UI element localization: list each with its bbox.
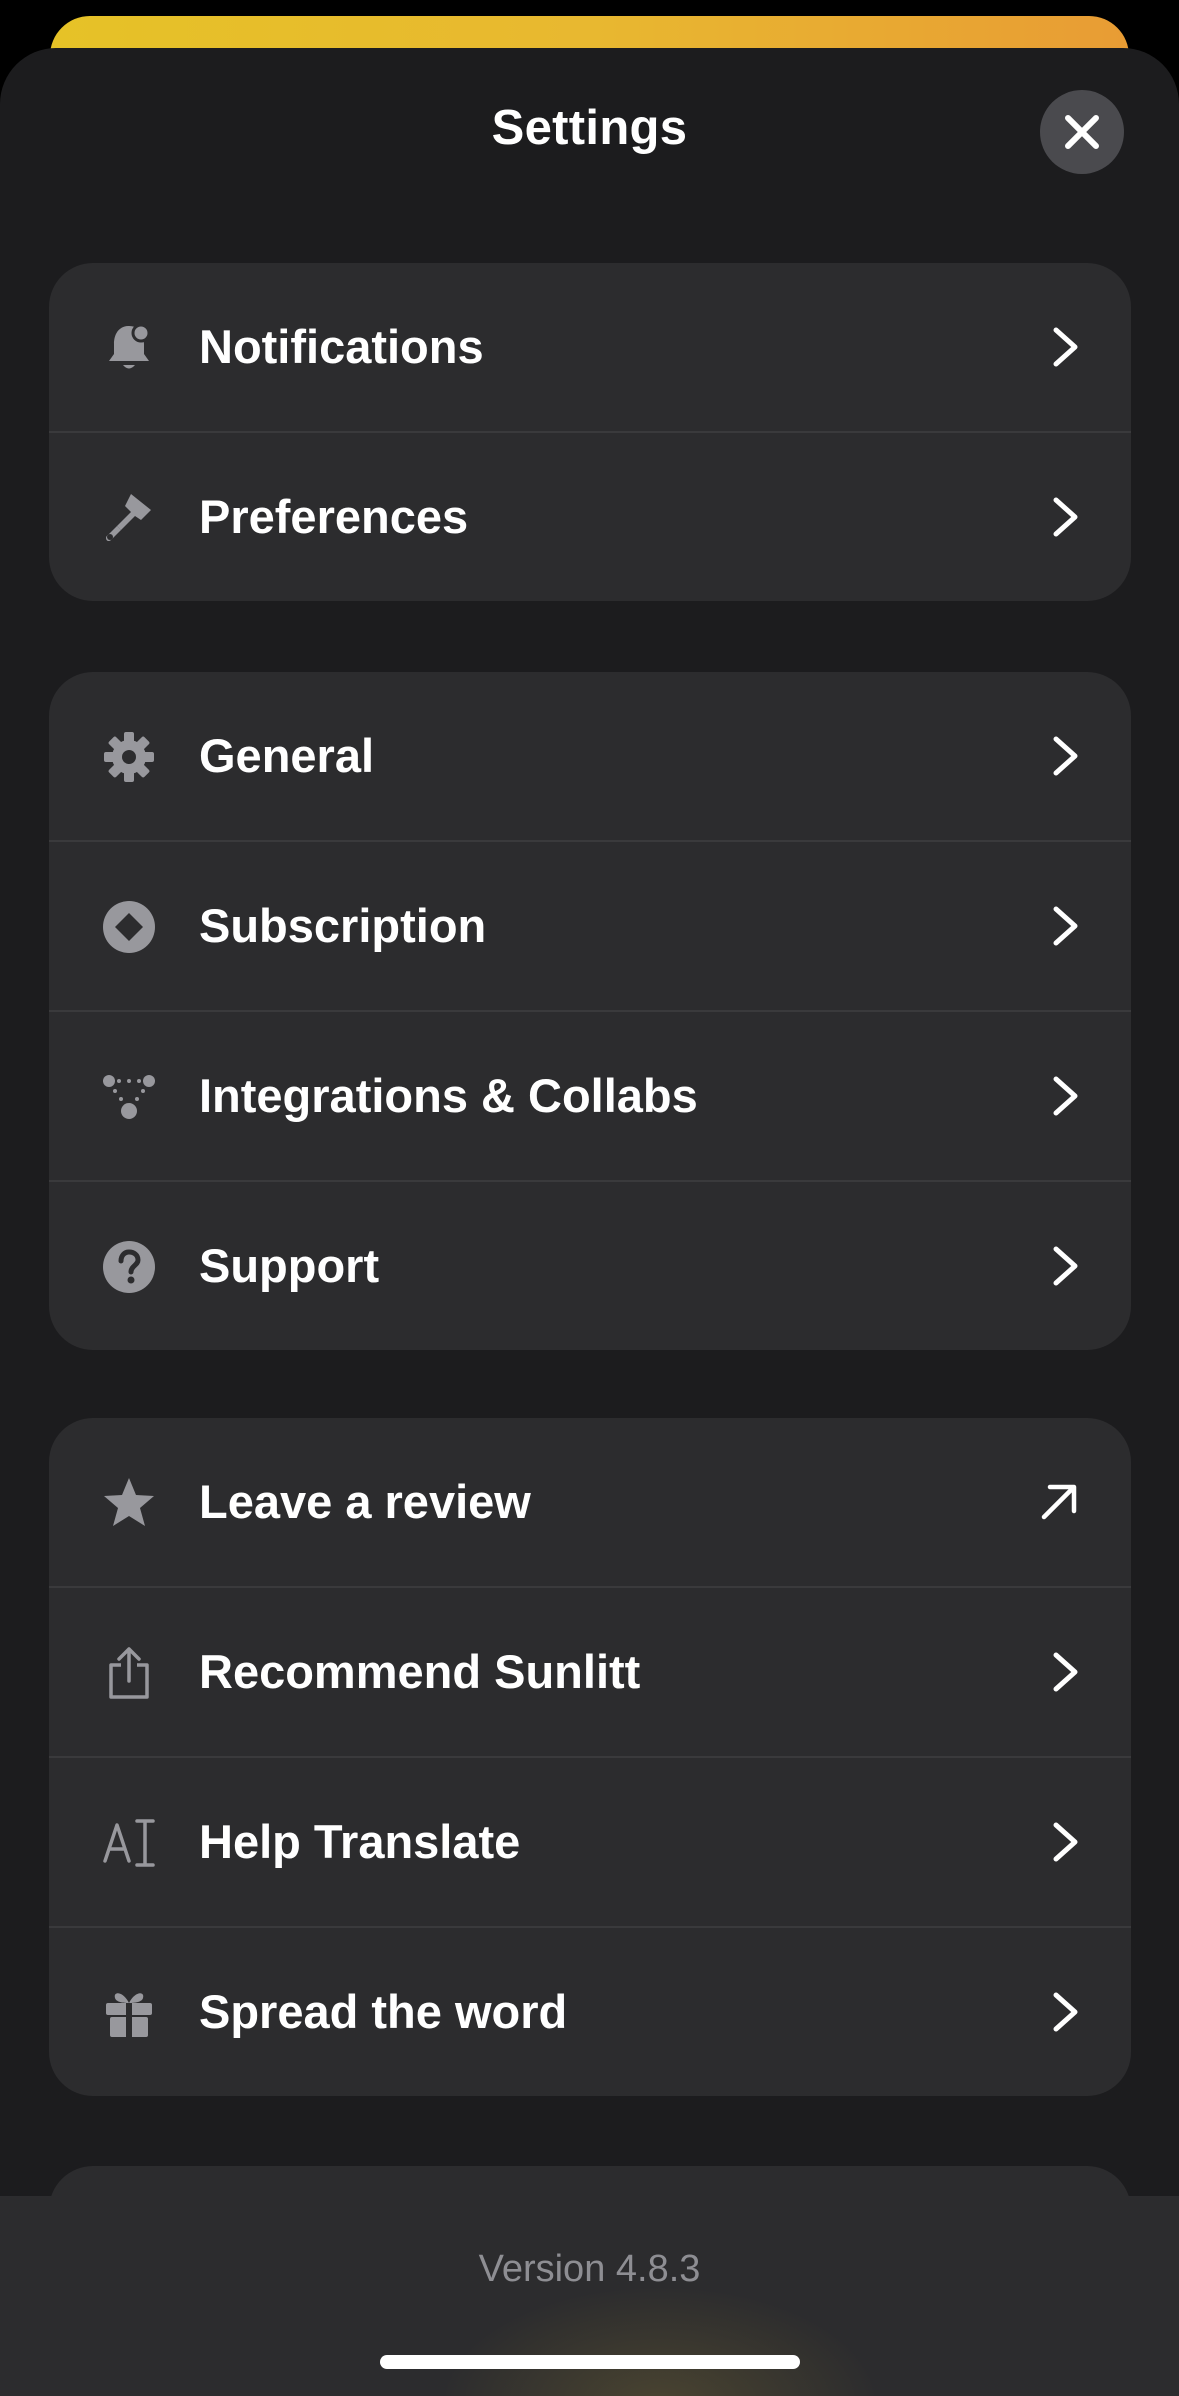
star-icon (101, 1475, 157, 1531)
row-integrations[interactable]: Integrations & Collabs (49, 1010, 1131, 1180)
chevron-right-icon (1043, 1244, 1087, 1288)
row-support[interactable]: Support (49, 1180, 1131, 1350)
chevron-right-icon (1043, 1990, 1087, 2034)
home-indicator[interactable] (380, 2355, 800, 2369)
gift-icon (101, 1985, 157, 2041)
row-notifications[interactable]: Notifications (49, 263, 1131, 431)
brush-icon (101, 490, 157, 546)
row-spread-word[interactable]: Spread the word (49, 1926, 1131, 2096)
row-label: Spread the word (199, 1985, 568, 2038)
page-title: Settings (491, 101, 688, 155)
row-label: Notifications (199, 320, 484, 373)
settings-group-community: Leave a review Recommend Sunlitt Help Tr… (49, 1418, 1131, 2096)
chevron-right-icon (1043, 1820, 1087, 1864)
close-button[interactable] (1040, 90, 1124, 174)
diamond-circle-icon (101, 899, 157, 955)
chevron-right-icon (1043, 734, 1087, 778)
chevron-right-icon (1043, 325, 1087, 369)
close-icon (1065, 115, 1099, 149)
bell-icon (101, 320, 157, 376)
row-label: Integrations & Collabs (199, 1069, 698, 1122)
version-label: Version 4.8.3 (478, 2248, 701, 2290)
row-label: Support (199, 1239, 380, 1292)
row-leave-review[interactable]: Leave a review (49, 1418, 1131, 1586)
row-label: Leave a review (199, 1475, 531, 1528)
row-preferences[interactable]: Preferences (49, 431, 1131, 601)
translate-icon (101, 1815, 157, 1871)
nodes-icon (101, 1069, 157, 1125)
row-recommend[interactable]: Recommend Sunlitt (49, 1586, 1131, 1756)
chevron-right-icon (1043, 1074, 1087, 1118)
chevron-right-icon (1043, 1650, 1087, 1694)
row-general[interactable]: General (49, 672, 1131, 840)
row-label: Help Translate (199, 1815, 521, 1868)
question-circle-icon (101, 1239, 157, 1295)
row-label: Recommend Sunlitt (199, 1645, 641, 1698)
row-label: General (199, 729, 375, 782)
chevron-right-icon (1043, 904, 1087, 948)
row-label: Preferences (199, 490, 469, 543)
settings-group-personal: Notifications Preferences (49, 263, 1131, 601)
share-icon (101, 1645, 157, 1701)
settings-sheet: Settings Notifications Preferences Gener… (0, 48, 1179, 2396)
chevron-right-icon (1043, 495, 1087, 539)
gear-icon (101, 729, 157, 785)
external-arrow-icon (1037, 1480, 1081, 1524)
row-help-translate[interactable]: Help Translate (49, 1756, 1131, 1926)
row-label: Subscription (199, 899, 487, 952)
row-subscription[interactable]: Subscription (49, 840, 1131, 1010)
settings-group-app: General Subscription Integrations & Coll… (49, 672, 1131, 1350)
